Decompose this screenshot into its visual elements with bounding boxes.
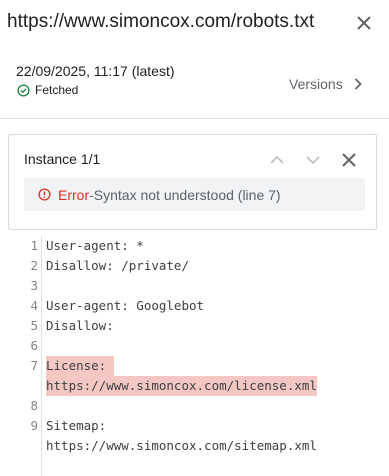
chevron-down-icon (306, 156, 320, 165)
close-icon (342, 153, 356, 167)
line-text: User-agent: Googlebot (46, 298, 205, 313)
line-number: 5 (30, 318, 38, 333)
fetch-status: Fetched (17, 82, 78, 98)
error-line-text: https://www.simoncox.com/license.xml (46, 376, 317, 396)
divider (0, 118, 389, 119)
fetch-date: 22/09/2025, 11:17 (latest) (16, 63, 175, 79)
versions-button[interactable]: Versions (289, 76, 363, 92)
line-number: 7 (30, 358, 38, 373)
line-number: 4 (30, 298, 38, 313)
error-description: Syntax not understood (line 7) (93, 186, 281, 203)
code-line: 2 Disallow: /private/ (0, 256, 389, 276)
line-number: 2 (30, 258, 38, 273)
close-icon[interactable] (354, 13, 374, 33)
code-line-continued: https://www.simoncox.com/sitemap.xml (0, 436, 389, 456)
code-line: 1 User-agent: * (0, 236, 389, 256)
header: https://www.simoncox.com/robots.txt (0, 0, 389, 46)
fetch-status-label: Fetched (35, 83, 79, 97)
line-text: Sitemap: (46, 418, 107, 433)
robots-txt-viewer: 1 User-agent: * 2 Disallow: /private/ 3 … (0, 236, 389, 476)
line-text: Disallow: (46, 318, 114, 333)
line-text: https://www.simoncox.com/sitemap.xml (46, 438, 317, 453)
url-title: https://www.simoncox.com/robots.txt (7, 11, 315, 32)
versions-label: Versions (289, 76, 343, 92)
code-line: 9 Sitemap: (0, 416, 389, 436)
line-number: 9 (30, 418, 38, 433)
error-message: Error - Syntax not understood (line 7) (24, 178, 365, 211)
error-label: Error (58, 186, 90, 203)
code-line-error: 7 License: (0, 356, 389, 376)
code-line-error-continued: https://www.simoncox.com/license.xml (0, 376, 389, 396)
close-instance-button[interactable] (339, 150, 359, 170)
chevron-right-icon (354, 78, 362, 90)
check-circle-icon (17, 83, 30, 97)
next-instance-button[interactable] (304, 151, 322, 169)
code-line: 4 User-agent: Googlebot (0, 296, 389, 316)
line-number: 1 (30, 238, 38, 253)
instance-label: Instance 1/1 (24, 151, 101, 167)
instance-panel: Instance 1/1 Error - Syntax not understo… (8, 134, 377, 230)
line-number: 6 (30, 338, 38, 353)
code-line: 5 Disallow: (0, 316, 389, 336)
code-line: 6 (0, 336, 389, 356)
code-line: 8 (0, 396, 389, 416)
error-icon (38, 188, 51, 201)
error-line-text: License: (46, 356, 114, 376)
line-text: Disallow: /private/ (46, 258, 189, 273)
chevron-up-icon (270, 155, 284, 164)
code-line: 3 (0, 276, 389, 296)
previous-instance-button[interactable] (268, 151, 286, 169)
line-text: User-agent: * (46, 238, 144, 253)
line-number: 8 (30, 398, 38, 413)
line-number: 3 (30, 278, 38, 293)
fetch-info-row: 22/09/2025, 11:17 (latest) Fetched Versi… (0, 56, 389, 116)
